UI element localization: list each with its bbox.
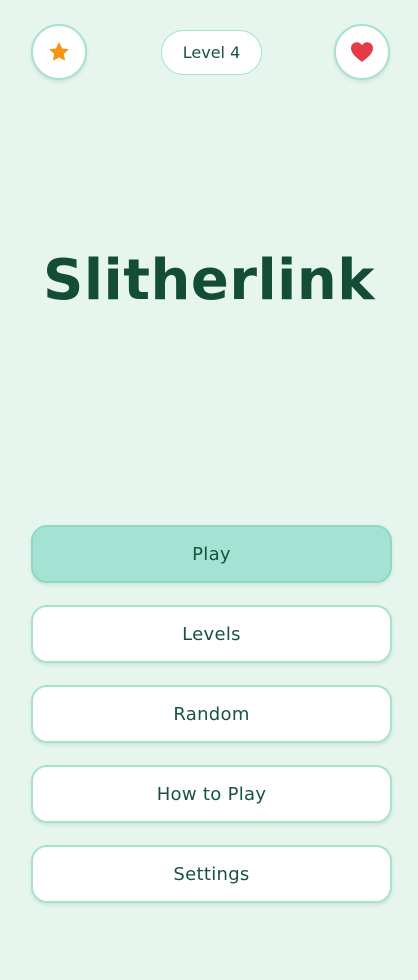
how-to-play-button[interactable]: How to Play: [31, 765, 392, 823]
lives-button[interactable]: [334, 24, 390, 80]
favorites-button[interactable]: [31, 24, 87, 80]
star-icon: [48, 41, 70, 63]
heart-icon: [350, 41, 374, 63]
random-button[interactable]: Random: [31, 685, 392, 743]
levels-button[interactable]: Levels: [31, 605, 392, 663]
level-indicator[interactable]: Level 4: [161, 30, 262, 75]
settings-button[interactable]: Settings: [31, 845, 392, 903]
play-button[interactable]: Play: [31, 525, 392, 583]
game-title: Slitherlink: [43, 248, 375, 313]
